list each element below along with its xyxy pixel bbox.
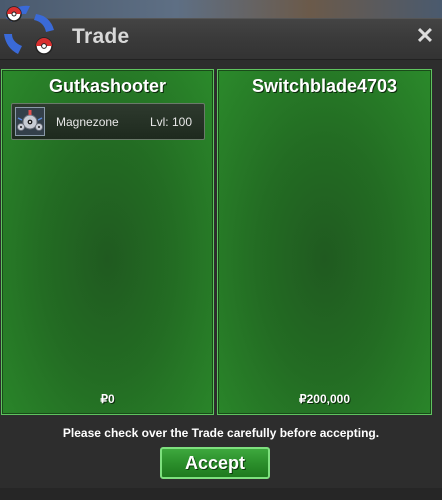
magnezone-icon	[15, 107, 45, 136]
trade-window: Trade ✕ Gutkashooter Magnezone Lvl: 100 …	[0, 18, 442, 500]
trader-name: Gutkashooter	[48, 76, 167, 96]
money-offer: ₽200,000	[298, 392, 350, 406]
window-title: Trade	[72, 25, 130, 48]
title-bar[interactable]: Trade ✕	[0, 19, 442, 60]
accept-button[interactable]: Accept	[160, 447, 270, 479]
game-background	[0, 0, 442, 20]
trade-item-row[interactable]: Magnezone Lvl: 100	[11, 103, 205, 140]
pokeball-logo-icon	[4, 5, 54, 55]
item-level: Lvl: 100	[149, 115, 192, 129]
trader-panel-left: Gutkashooter Magnezone Lvl: 100 ₽0	[1, 69, 214, 415]
trader-panel-right: Switchblade4703 ₽200,000	[217, 69, 432, 415]
bottom-bar	[0, 488, 442, 500]
close-icon[interactable]: ✕	[414, 23, 436, 49]
item-name: Magnezone	[56, 115, 119, 129]
money-offer: ₽0	[100, 392, 115, 406]
trader-name: Switchblade4703	[251, 76, 398, 96]
trade-notice: Please check over the Trade carefully be…	[62, 426, 380, 440]
